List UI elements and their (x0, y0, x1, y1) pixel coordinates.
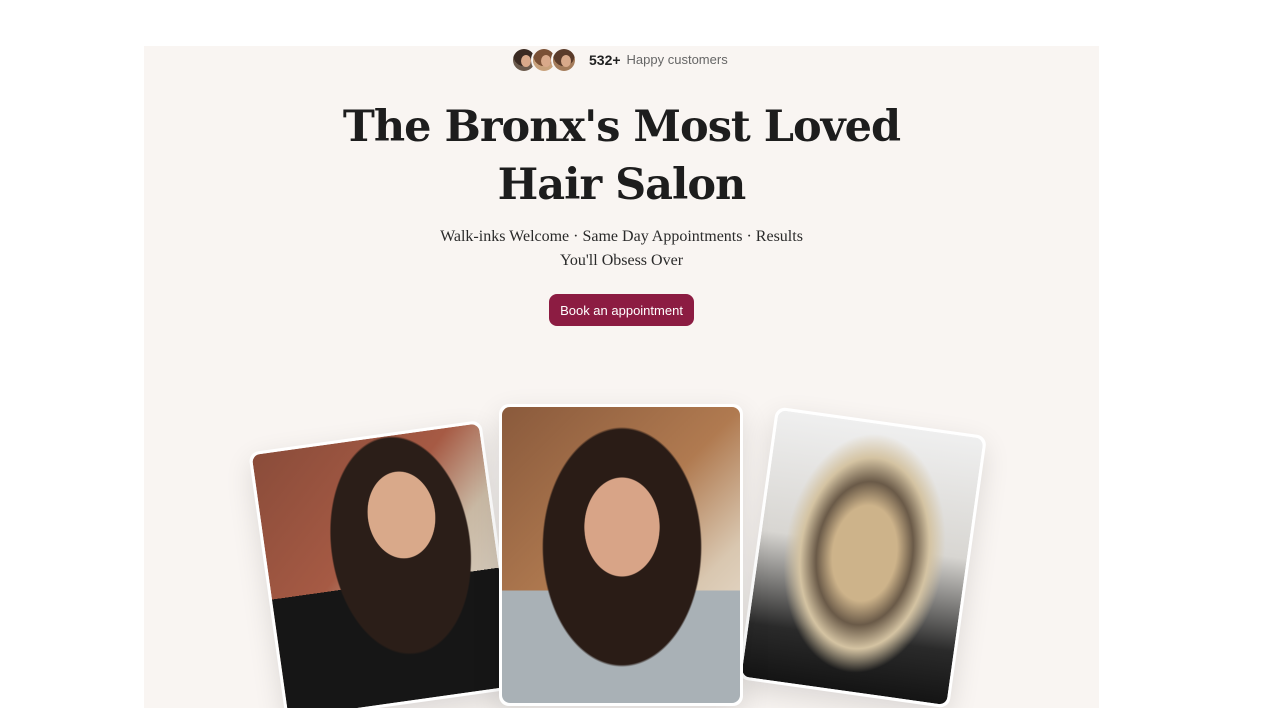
subheadline: Walk-inks Welcome · Same Day Appointment… (144, 225, 1099, 273)
bridal-waves-photo (248, 419, 519, 708)
social-proof: 532+ Happy customers (511, 46, 728, 73)
gallery-image (502, 407, 740, 703)
headline-line-2: Hair Salon (497, 160, 747, 210)
avatar (551, 46, 577, 73)
page-title: The Bronx's Most Loved Hair Salon (144, 98, 1099, 214)
subheadline-line-2: You'll Obsess Over (559, 252, 684, 269)
customer-count-label: Happy customers (626, 52, 728, 67)
gallery-image (251, 423, 516, 708)
bridal-glam-photo (499, 404, 743, 706)
headline-line-1: The Bronx's Most Loved (342, 102, 901, 152)
book-appointment-button[interactable]: Book an appointment (549, 294, 694, 326)
customer-count: 532+ (589, 51, 621, 68)
subheadline-line-1: Walk-inks Welcome · Same Day Appointment… (440, 228, 803, 245)
gallery-image (741, 409, 984, 706)
balayage-waves-photo (737, 406, 988, 708)
hero-section: 532+ Happy customers The Bronx's Most Lo… (144, 46, 1099, 708)
customer-avatars (511, 46, 577, 73)
